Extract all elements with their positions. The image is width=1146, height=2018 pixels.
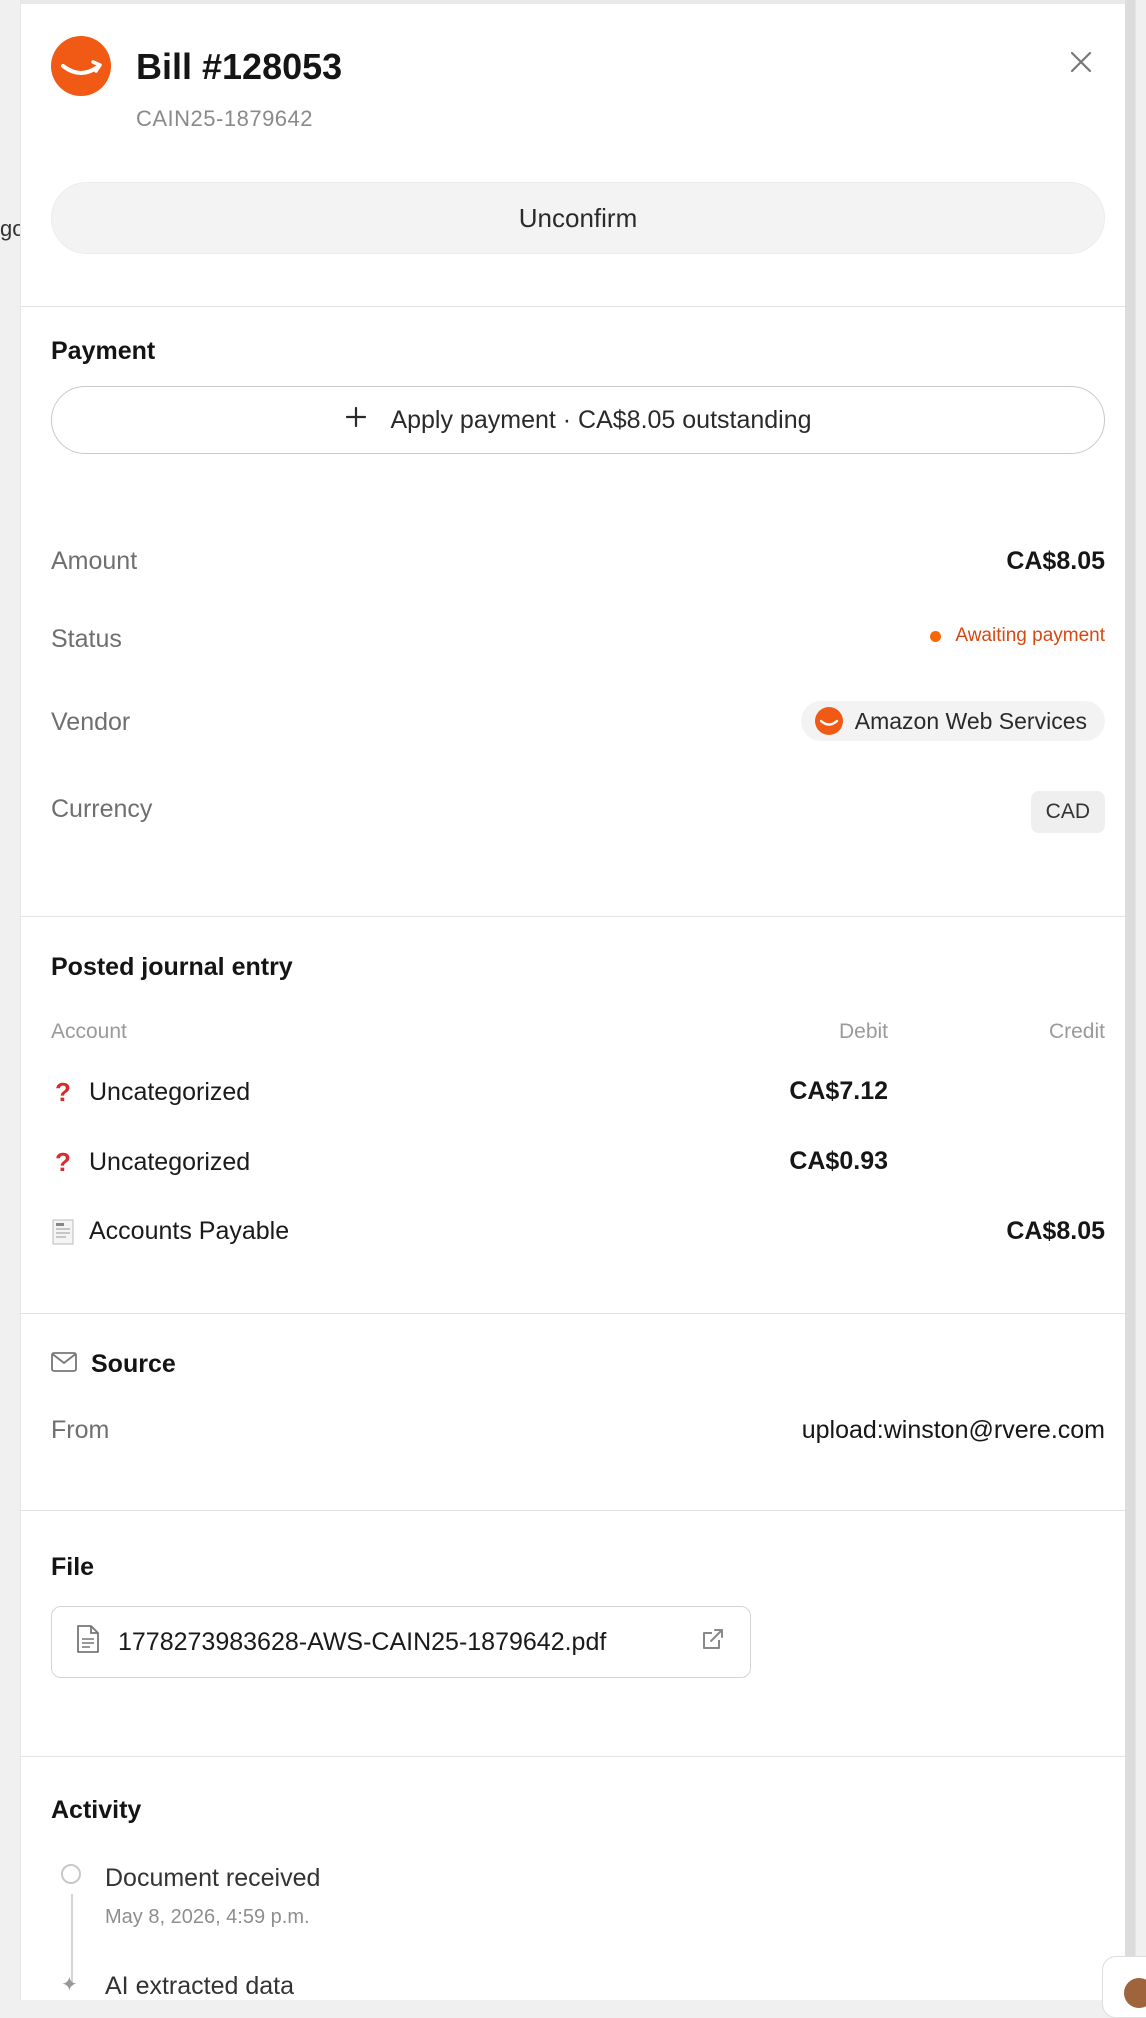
status-dot-icon	[930, 630, 942, 642]
journal-account: Accounts Payable	[89, 1217, 290, 1245]
amount-label: Amount	[51, 547, 138, 575]
apply-payment-label: Apply payment · CA$8.05 outstanding	[390, 405, 812, 434]
activity-item-time: May 8, 2026, 4:59 p.m.	[105, 1906, 310, 1928]
vendor-label: Vendor	[51, 708, 131, 736]
activity-item-title: AI extracted data	[105, 1972, 295, 2000]
from-label: From	[51, 1416, 110, 1444]
activity-section-title: Activity	[51, 1796, 142, 1824]
journal-account: Uncategorized	[89, 1078, 251, 1106]
debit-column-header: Debit	[838, 1020, 888, 1043]
activity-item-title: Document received	[105, 1864, 321, 1892]
bill-title: Bill #128053	[136, 46, 343, 87]
file-section: File 1778273983628-AWS-CAIN25-1879642.pd…	[21, 1511, 1135, 1757]
close-icon[interactable]	[1063, 44, 1099, 80]
file-name: 1778273983628-AWS-CAIN25-1879642.pdf	[118, 1627, 607, 1656]
amount-value: CA$8.05	[1006, 547, 1105, 575]
payment-section-title: Payment	[51, 337, 156, 365]
sparkle-icon: ✦	[61, 1974, 78, 1996]
journal-row[interactable]: ? Uncategorized	[51, 1147, 250, 1178]
journal-debit: CA$0.93	[789, 1147, 888, 1175]
journal-debit: CA$7.12	[789, 1077, 888, 1105]
status-value: Awaiting payment	[955, 625, 1105, 646]
help-widget-icon	[1124, 1978, 1146, 2008]
credit-column-header: Credit	[1048, 1020, 1105, 1043]
journal-credit: CA$8.05	[1006, 1217, 1105, 1245]
question-icon: ?	[55, 1147, 71, 1177]
panel-edge-shadow	[1125, 0, 1135, 2000]
mail-icon	[51, 1350, 77, 1379]
status-badge: Awaiting payment	[930, 625, 1105, 647]
currency-label: Currency	[51, 795, 153, 823]
currency-badge: CAD	[1030, 791, 1105, 833]
source-section: Source From upload:winston@rvere.com	[21, 1314, 1135, 1511]
apply-payment-button[interactable]: Apply payment · CA$8.05 outstanding	[51, 386, 1105, 454]
payment-section: Payment Apply payment · CA$8.05 outstand…	[21, 307, 1135, 917]
journal-account: Uncategorized	[89, 1148, 251, 1176]
external-link-icon[interactable]	[700, 1626, 726, 1659]
bill-header: Bill #128053 CAIN25-1879642 Unconfirm	[21, 0, 1135, 307]
vendor-logo-icon	[814, 707, 843, 735]
source-title-text: Source	[91, 1350, 176, 1378]
amazon-smile-icon	[51, 36, 111, 96]
bill-reference: CAIN25-1879642	[136, 106, 314, 131]
journal-section-title: Posted journal entry	[51, 953, 293, 981]
question-icon: ?	[55, 1077, 71, 1107]
journal-section: Posted journal entry Account Debit Credi…	[21, 917, 1135, 1314]
document-icon	[76, 1624, 100, 1661]
vendor-name: Amazon Web Services	[854, 707, 1087, 734]
from-value: upload:winston@rvere.com	[801, 1416, 1105, 1444]
plus-icon	[344, 405, 368, 436]
journal-row[interactable]: Accounts Payable	[51, 1217, 289, 1246]
unconfirm-button[interactable]: Unconfirm	[51, 182, 1105, 254]
file-section-title: File	[51, 1553, 95, 1581]
status-label: Status	[51, 625, 122, 653]
vendor-pill[interactable]: Amazon Web Services	[800, 701, 1105, 741]
journal-row[interactable]: ? Uncategorized	[51, 1077, 250, 1108]
timeline-node-icon	[61, 1864, 81, 1884]
account-column-header: Account	[51, 1020, 127, 1043]
bill-detail-panel: Bill #128053 CAIN25-1879642 Unconfirm Pa…	[20, 0, 1136, 2000]
source-section-title: Source	[51, 1350, 176, 1379]
file-attachment[interactable]: 1778273983628-AWS-CAIN25-1879642.pdf	[51, 1606, 751, 1678]
receipt-icon	[51, 1219, 75, 1245]
